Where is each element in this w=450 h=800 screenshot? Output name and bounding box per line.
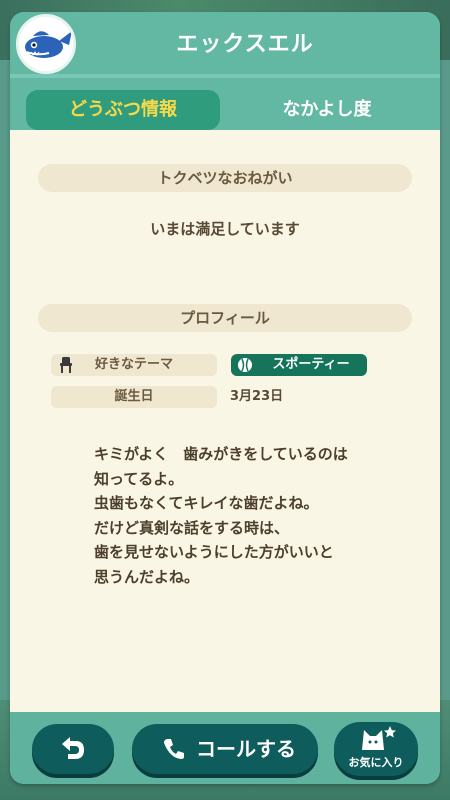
birthday-value: 3月23日 — [230, 389, 284, 404]
panel-header: エックスエル — [10, 12, 440, 78]
birthday-label: 誕生日 — [114, 389, 154, 404]
profile-heading: プロフィール — [38, 304, 412, 332]
birthday-label-box: 誕生日 — [51, 386, 217, 408]
call-button[interactable]: コールする — [132, 724, 318, 774]
app-screen: エックスエル どうぶつ情報 なかよし度 トクベツなおねがい いまは満足しています… — [0, 0, 450, 800]
back-arrow-icon — [58, 735, 88, 763]
favorite-button-label: お気に入り — [348, 756, 404, 769]
content-area: トクベツなおねがい いまは満足しています プロフィール 好きなテーマ スポーティ… — [10, 130, 440, 712]
ball-icon — [237, 357, 253, 373]
favorite-theme-label: 好きなテーマ — [94, 357, 173, 372]
villager-profile-panel: エックスエル どうぶつ情報 なかよし度 トクベツなおねがい いまは満足しています… — [10, 12, 440, 784]
villager-avatar-icon — [16, 14, 76, 74]
villager-name: エックスエル — [176, 32, 314, 57]
call-button-label: コールする — [196, 737, 296, 761]
tab-bar: どうぶつ情報 なかよし度 — [10, 78, 440, 130]
favorite-theme-value: スポーティー — [272, 357, 350, 372]
villager-quote: キミがよく 歯みがきをしているのは 知ってるよ。 虫歯もなくてキレイな歯だよね。… — [94, 445, 348, 586]
favorite-theme-label-box: 好きなテーマ — [51, 354, 217, 376]
special-request-status: いまは満足しています — [150, 220, 300, 238]
cat-star-icon — [360, 726, 396, 752]
phone-icon — [162, 737, 186, 761]
tab-friendship[interactable]: なかよし度 — [230, 90, 424, 130]
back-button[interactable] — [32, 724, 114, 774]
tab-animal-info[interactable]: どうぶつ情報 — [26, 90, 220, 130]
favorite-button[interactable]: お気に入り — [334, 722, 418, 776]
bottom-action-bar: コールする お気に入り — [10, 712, 440, 784]
favorite-theme-badge: スポーティー — [231, 354, 367, 376]
special-request-heading: トクベツなおねがい — [38, 164, 412, 192]
